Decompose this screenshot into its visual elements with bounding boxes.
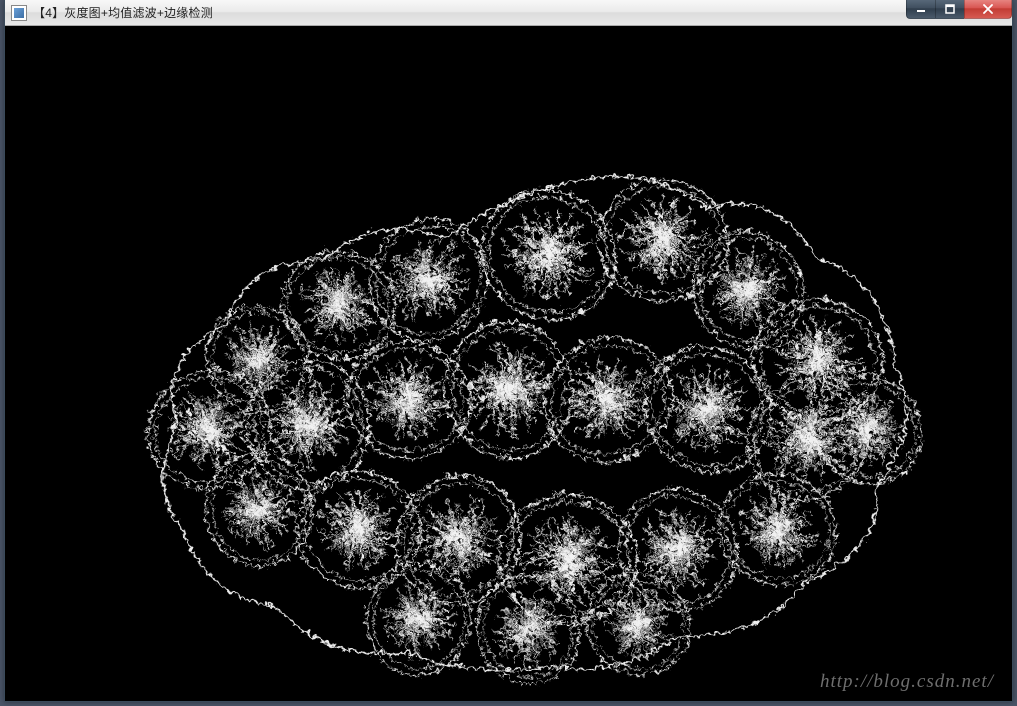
app-window: 【4】灰度图+均值滤波+边缘检测 bbox=[4, 0, 1013, 702]
minimize-icon bbox=[916, 4, 926, 14]
maximize-button[interactable] bbox=[935, 0, 965, 19]
app-icon bbox=[11, 5, 27, 21]
maximize-icon bbox=[945, 4, 955, 14]
image-viewport: http://blog.csdn.net/ bbox=[5, 26, 1012, 701]
close-icon bbox=[982, 4, 994, 14]
edge-detection-output bbox=[5, 26, 1012, 701]
minimize-button[interactable] bbox=[906, 0, 936, 19]
window-title: 【4】灰度图+均值滤波+边缘检测 bbox=[33, 4, 213, 21]
titlebar[interactable]: 【4】灰度图+均值滤波+边缘检测 bbox=[5, 0, 1012, 26]
window-controls bbox=[907, 0, 1012, 19]
close-button[interactable] bbox=[964, 0, 1012, 19]
